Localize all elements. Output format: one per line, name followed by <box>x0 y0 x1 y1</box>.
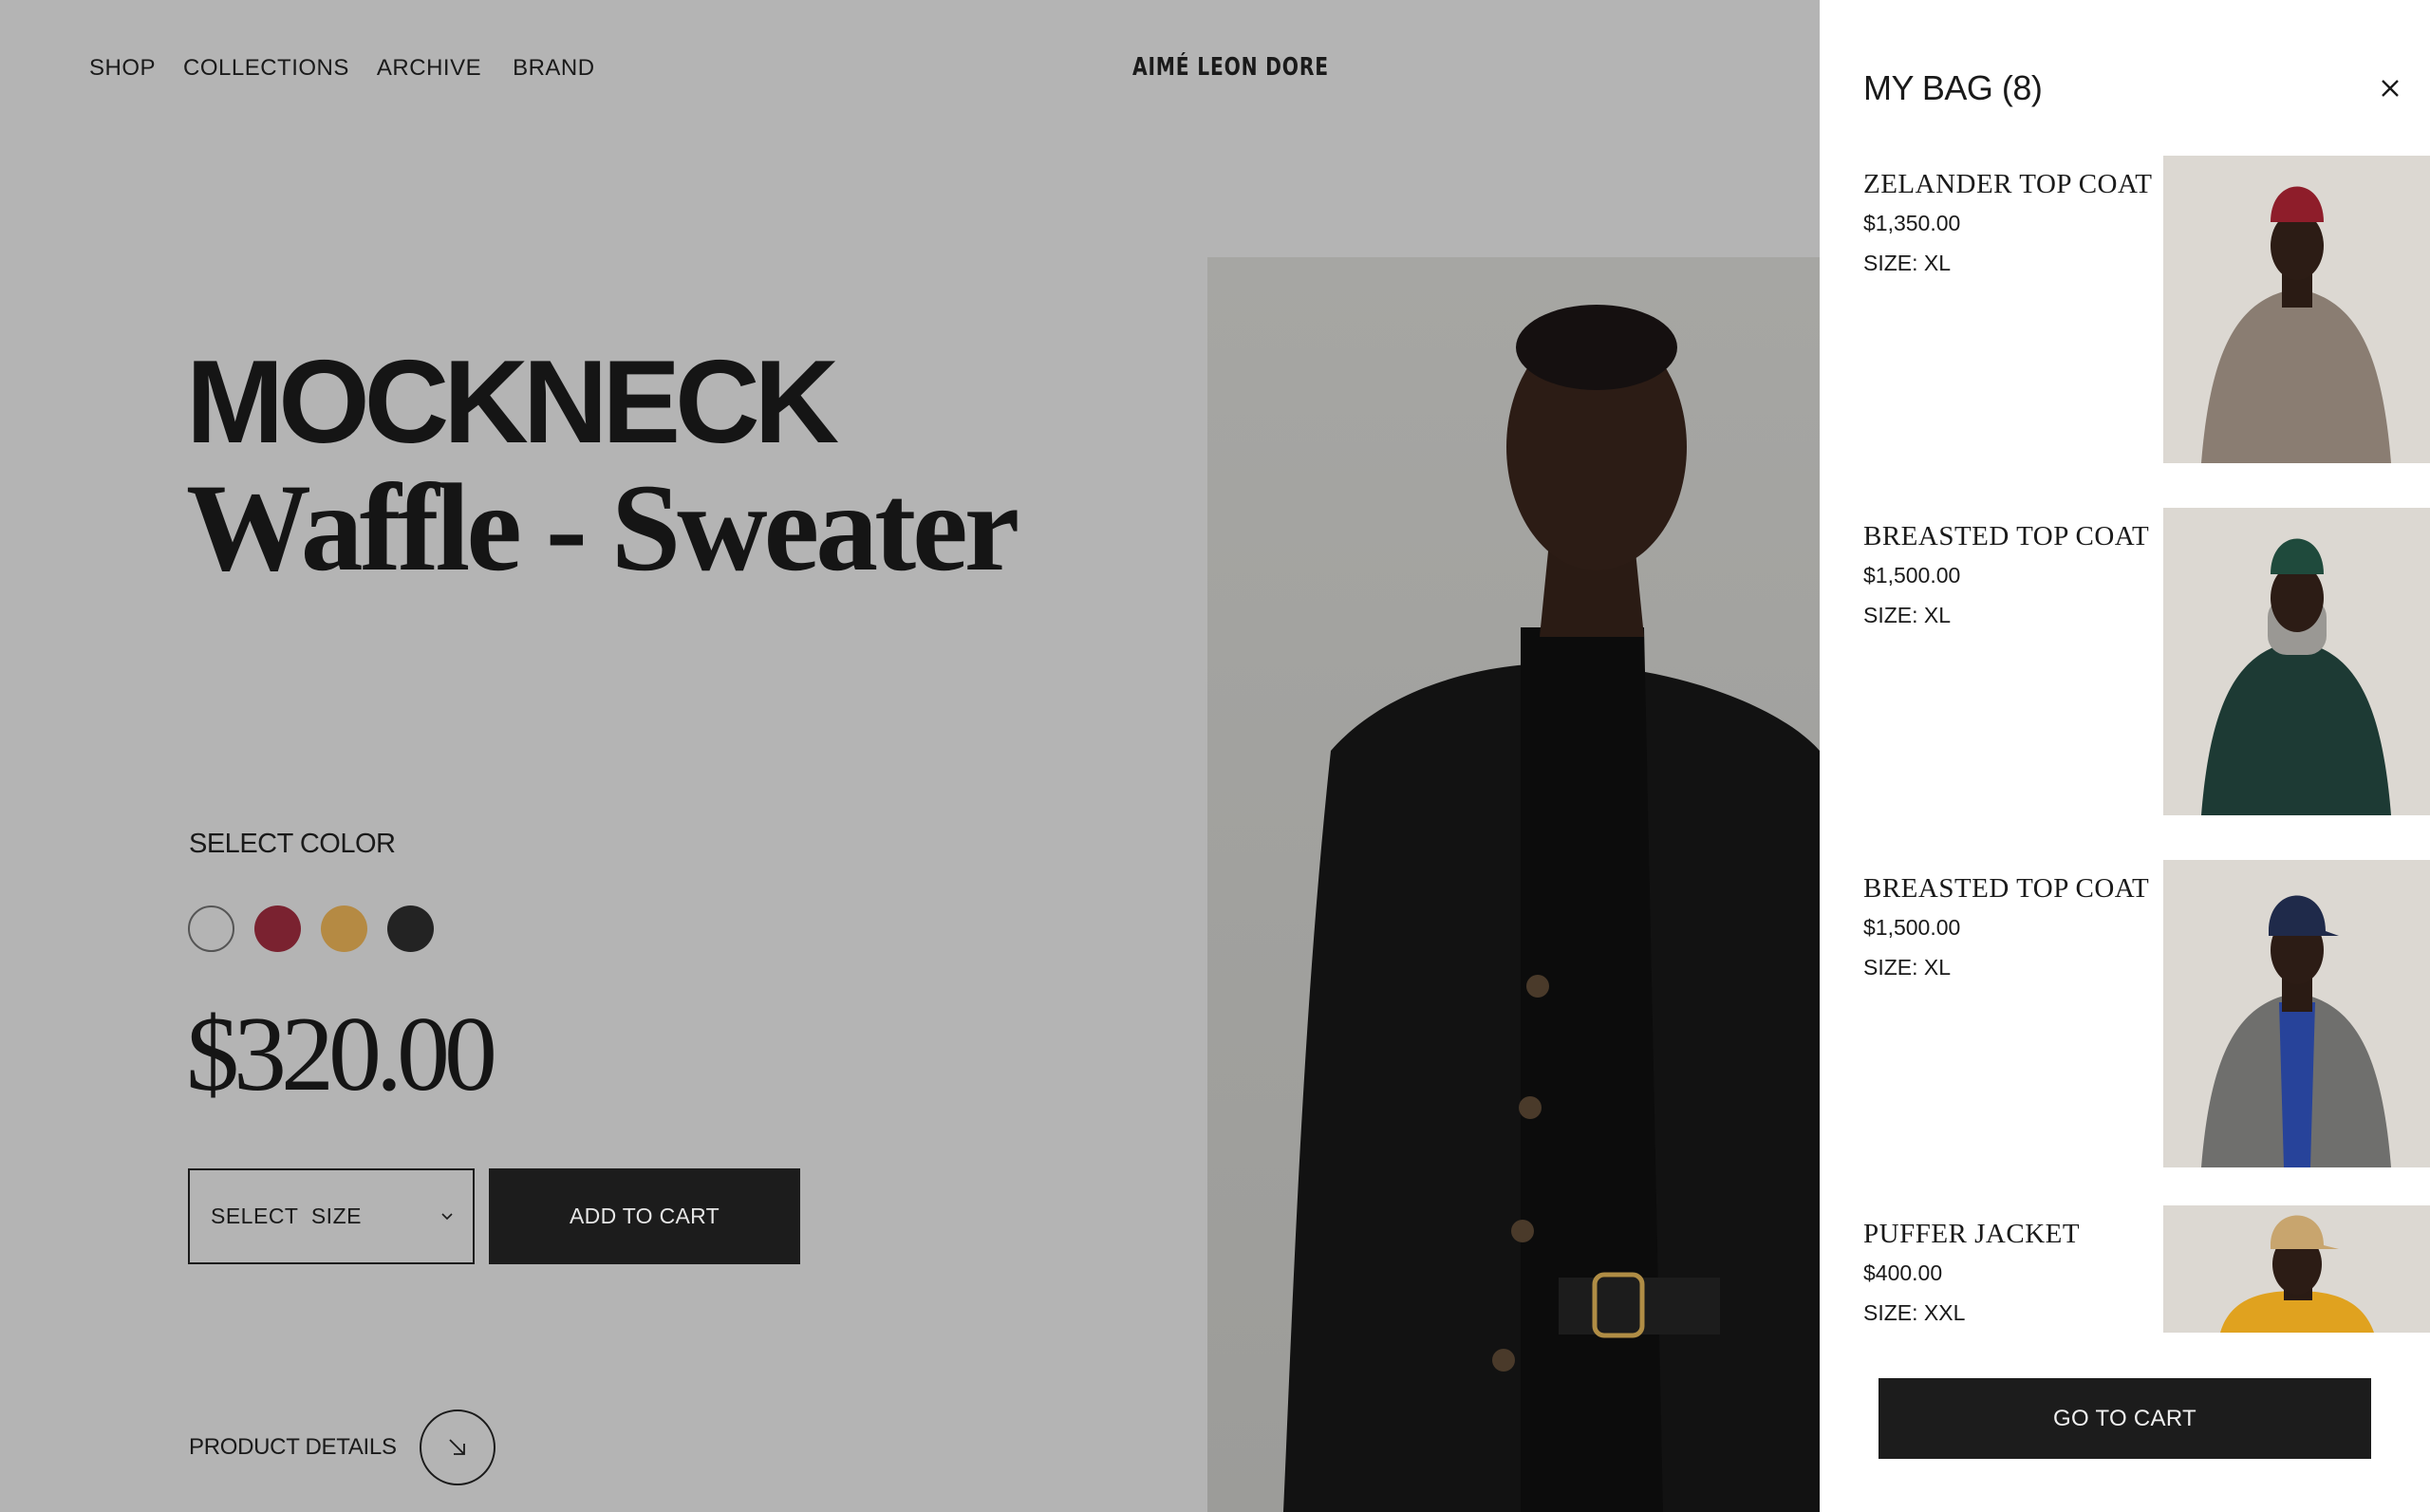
bag-item-price: $1,350.00 <box>1863 211 1961 235</box>
swatch-white[interactable] <box>188 905 234 952</box>
model-illustration <box>1283 305 1820 1512</box>
bag-item: PUFFER JACKET $400.00 SIZE: XXL <box>1820 1205 2430 1333</box>
nav-shop[interactable]: SHOP <box>89 55 156 82</box>
nav-brand[interactable]: BRAND <box>513 55 595 82</box>
bag-item-size: SIZE: XL <box>1863 251 1952 275</box>
product-title-line2: Waffle - Sweater <box>186 457 1019 597</box>
bag-item-name[interactable]: PUFFER JACKET <box>1863 1219 2080 1250</box>
bag-item-price: $400.00 <box>1863 1260 1943 1285</box>
bag-item-name[interactable]: ZELANDER TOP COAT <box>1863 169 2152 200</box>
bag-item: BREASTED TOP COAT $1,500.00 SIZE: XL <box>1820 508 2430 815</box>
bag-item-size: SIZE: XXL <box>1863 1300 1966 1325</box>
swatch-burgundy[interactable] <box>254 905 301 952</box>
product-page: SHOP COLLECTIONS ARCHIVE BRAND AIMÉ LEON… <box>0 0 1820 1512</box>
nav-collections[interactable]: COLLECTIONS <box>183 55 349 82</box>
bag-title: MY BAG (8) <box>1863 68 2043 107</box>
go-to-cart-button[interactable]: GO TO CART <box>1879 1378 2371 1459</box>
bag-item-thumbnail[interactable] <box>2163 1205 2430 1333</box>
product-title-line1: MOCKNECK <box>186 337 839 468</box>
add-to-cart-button[interactable]: ADD TO CART <box>489 1168 800 1264</box>
bag-item-name[interactable]: BREASTED TOP COAT <box>1863 521 2149 552</box>
bag-item: BREASTED TOP COAT $1,500.00 SIZE: XL <box>1820 860 2430 1167</box>
bag-item-thumbnail[interactable] <box>2163 508 2430 815</box>
bag-item-thumbnail[interactable] <box>2163 156 2430 463</box>
size-select-label: SELECT SIZE <box>211 1204 362 1228</box>
nav-archive[interactable]: ARCHIVE <box>377 55 481 82</box>
bag-item: ZELANDER TOP COAT $1,350.00 SIZE: XL <box>1820 156 2430 463</box>
select-color-label: SELECT COLOR <box>189 829 396 859</box>
main-nav: SHOP COLLECTIONS ARCHIVE BRAND <box>89 55 623 82</box>
bag-item-price: $1,500.00 <box>1863 915 1961 940</box>
product-details-link[interactable]: PRODUCT DETAILS <box>189 1409 495 1485</box>
bag-item-thumbnail[interactable] <box>2163 860 2430 1167</box>
color-swatches <box>188 905 454 952</box>
hero-photo <box>1207 257 1820 1512</box>
arrow-down-right-icon[interactable] <box>419 1409 495 1485</box>
swatch-black[interactable] <box>387 905 434 952</box>
close-icon[interactable] <box>2376 74 2404 103</box>
brand-logo[interactable]: AIMÉ LEON DORE <box>1132 53 1329 82</box>
bag-drawer: MY BAG (8) ZELANDER TOP COAT $1,350.00 S… <box>1820 0 2430 1512</box>
size-select[interactable]: SELECT SIZE <box>188 1168 475 1264</box>
bag-item-price: $1,500.00 <box>1863 563 1961 588</box>
product-price: $320.00 <box>186 996 497 1113</box>
bag-item-name[interactable]: BREASTED TOP COAT <box>1863 873 2149 905</box>
product-details-label: PRODUCT DETAILS <box>189 1434 397 1460</box>
bag-item-size: SIZE: XL <box>1863 603 1952 627</box>
chevron-down-icon <box>440 1205 454 1227</box>
bag-item-size: SIZE: XL <box>1863 955 1952 980</box>
swatch-camel[interactable] <box>321 905 367 952</box>
